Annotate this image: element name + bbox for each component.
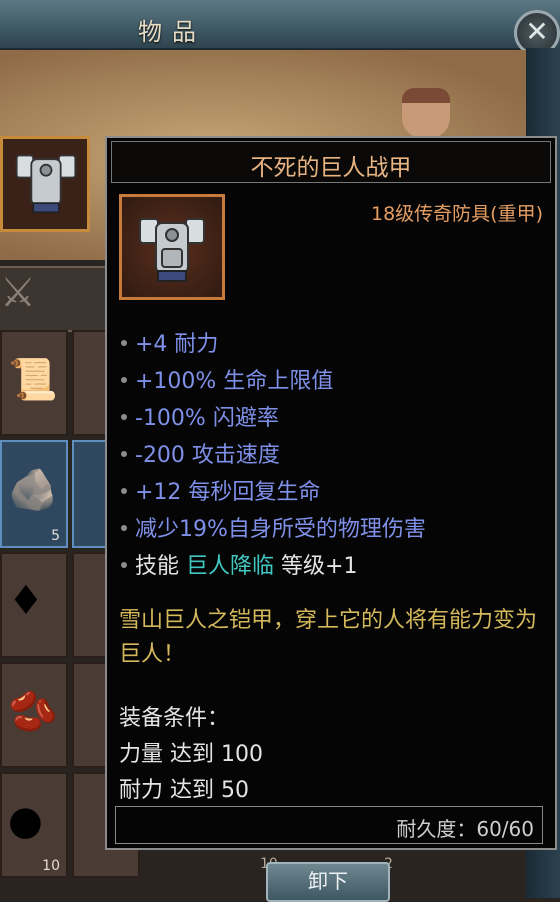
orbs-icon: ● — [8, 798, 43, 844]
equipped-armor-slot[interactable] — [0, 136, 90, 232]
item-count: 5 — [51, 528, 60, 544]
character-portrait — [402, 88, 450, 138]
unequip-button[interactable]: 卸下 — [266, 862, 390, 902]
window-title-bar: 物品 — [0, 0, 560, 50]
inventory-slot[interactable]: 📜 — [0, 330, 68, 436]
inventory-slot[interactable]: ● 10 — [0, 772, 68, 878]
requirement-line: 耐力 达到 50 — [119, 778, 249, 803]
inventory-slot[interactable]: ♦ — [0, 552, 68, 658]
inventory-slot[interactable]: 🫘 — [0, 662, 68, 768]
sword-icon[interactable]: ⚔ — [0, 270, 36, 316]
item-name-header: 不死的巨人战甲 — [111, 141, 551, 183]
scroll-icon: 📜 — [8, 357, 58, 403]
stat-line: -100% 闪避率 — [115, 400, 279, 431]
armor-icon — [139, 218, 205, 282]
ore-icon: 🪨 — [8, 467, 58, 513]
skill-level: 等级+1 — [281, 554, 358, 579]
durability-text: 耐久度：60/60 — [396, 817, 534, 841]
item-count: 10 — [42, 858, 60, 874]
beans-icon: 🫘 — [8, 689, 58, 735]
skill-name: 巨人降临 — [186, 554, 275, 579]
inventory-slot[interactable]: 🪨 5 — [0, 440, 68, 548]
stat-line: +4 耐力 — [115, 326, 218, 357]
requirements-header: 装备条件： — [119, 706, 230, 731]
requirement-line: 力量 达到 100 — [119, 742, 263, 767]
skill-prefix: 技能 — [135, 554, 180, 579]
item-description: 雪山巨人之铠甲，穿上它的人将有能力变为巨人！ — [119, 608, 538, 667]
window-title: 物品 — [138, 18, 206, 46]
stat-line: +12 每秒回复生命 — [115, 474, 320, 505]
close-icon: ✕ — [525, 15, 549, 48]
stat-line: 减少19%自身所受的物理伤害 — [115, 511, 426, 542]
skill-line: 技能 巨人降临 等级+1 — [115, 548, 358, 579]
durability-box: 耐久度：60/60 — [115, 806, 543, 844]
armor-icon — [15, 154, 77, 214]
item-rarity: 18级传奇防具(重甲) — [370, 203, 543, 225]
ruby-icon: ♦ — [8, 578, 44, 624]
item-name: 不死的巨人战甲 — [250, 155, 412, 181]
stat-line: +100% 生命上限值 — [115, 363, 333, 394]
item-tooltip: 不死的巨人战甲 18级传奇防具(重甲) +4 耐力 +100% 生命上限值 -1… — [105, 136, 557, 850]
item-icon-frame — [119, 194, 225, 300]
stat-line: -200 攻击速度 — [115, 437, 280, 468]
